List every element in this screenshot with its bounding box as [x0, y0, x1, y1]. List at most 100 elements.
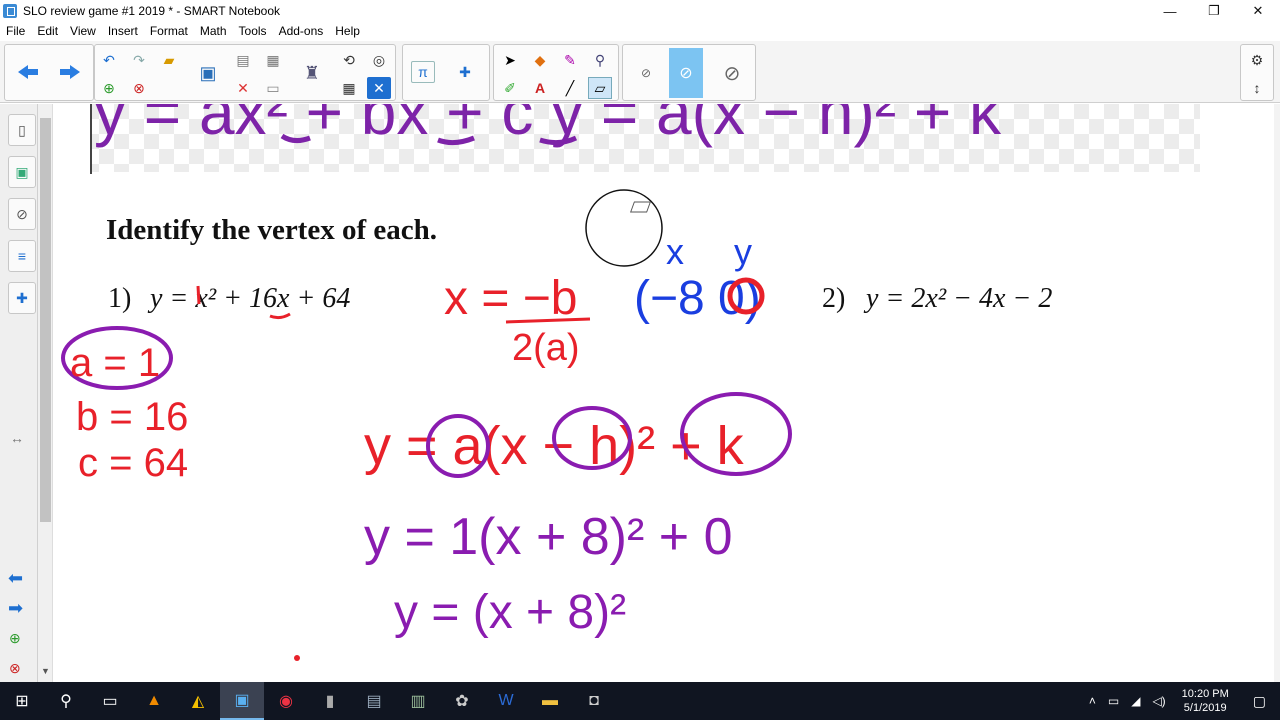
paste-button[interactable]: ▤ — [231, 49, 255, 71]
settings-button[interactable]: ⚙ — [1245, 49, 1269, 71]
close-button[interactable]: ✕ — [1236, 0, 1280, 22]
web-button[interactable]: ◎ — [367, 49, 391, 71]
minimize-button[interactable]: — — [1148, 0, 1192, 22]
eraser-medium-button[interactable]: ⊘ — [669, 48, 703, 98]
redo-button[interactable]: ↷ — [127, 49, 151, 71]
screen-shade-button[interactable]: ▭ — [261, 77, 285, 99]
menu-file[interactable]: File — [0, 24, 31, 38]
settings-group: ⚙ ↕ — [1240, 44, 1274, 101]
whiteboard-canvas[interactable]: y = ax² + bx + c y = a(x − h)² + k Ident… — [54, 104, 1280, 682]
network-icon[interactable]: ◢ — [1125, 694, 1146, 708]
title-bar: SLO review game #1 2019 * - SMART Notebo… — [0, 0, 1280, 22]
app-icon-3: ✿ — [455, 693, 469, 710]
properties-tab[interactable]: ≡ — [8, 240, 36, 272]
chrome-taskbar-button[interactable]: ◉ — [264, 682, 308, 720]
handwritten-step-1: y = 1(x + 8)² + 0 — [364, 508, 733, 566]
move-toolbar-button[interactable]: ↕ — [1245, 77, 1269, 99]
explorer-taskbar-button[interactable]: ▬ — [528, 682, 572, 720]
eraser-large-button[interactable]: ⊘ — [715, 48, 749, 98]
menu-format[interactable]: Format — [144, 24, 194, 38]
eraser-small-button[interactable]: ⊘ — [629, 48, 663, 98]
restore-button[interactable]: ❐ — [1192, 0, 1236, 22]
menu-view[interactable]: View — [64, 24, 102, 38]
pens-tool[interactable]: ✐ — [498, 77, 522, 99]
app-taskbar-button-1[interactable]: ▤ — [352, 682, 396, 720]
undo-button[interactable]: ↶ — [97, 49, 121, 71]
page-sorter-tab[interactable]: ▯ — [8, 114, 36, 146]
drive-taskbar-button[interactable]: ◭ — [176, 682, 220, 720]
folder-taskbar-icon: ▬ — [542, 692, 558, 709]
notifications-icon[interactable]: ▢ — [1239, 693, 1280, 710]
handwritten-b-value: b = 16 — [76, 395, 188, 439]
smart-notebook-icon — [3, 4, 17, 18]
addons-tab[interactable]: ✚ — [8, 282, 36, 314]
attachments-tab[interactable]: ⊘ — [8, 198, 36, 230]
menu-edit[interactable]: Edit — [31, 24, 64, 38]
line-tool[interactable]: ╱ — [558, 77, 582, 99]
side-tabs: ▯ ▣ ⊘ ≡ ✚ ↔ ⬅ ➡ ⊕ ⊗ — [0, 104, 38, 682]
scroll-down-arrow-icon[interactable]: ▼ — [41, 666, 50, 676]
menu-tools[interactable]: Tools — [233, 24, 273, 38]
previous-page-button[interactable] — [11, 47, 45, 97]
close-icon: ✕ — [373, 79, 385, 96]
smart-notebook-taskbar-button[interactable]: ▣ — [220, 682, 264, 720]
addons-button[interactable]: ✚ — [453, 61, 477, 83]
open-file-button[interactable]: ▰ — [157, 49, 181, 71]
page-content: y = ax² + bx + c y = a(x − h)² + k Ident… — [61, 104, 1200, 661]
side-add-icon: ⊕ — [9, 630, 21, 646]
app-icon-2: ▥ — [410, 693, 426, 710]
math-tools-button[interactable]: π — [411, 61, 435, 83]
screen-capture-button[interactable]: ▦ — [261, 49, 285, 71]
eraser-tool[interactable]: ▱ — [588, 77, 612, 99]
vertical-scrollbar[interactable]: ▼ — [38, 104, 53, 682]
pens-icon: ✐ — [504, 79, 516, 96]
shapes-tool[interactable]: ◆ — [528, 49, 552, 71]
app-taskbar-button-3[interactable]: ✿ — [440, 682, 484, 720]
next-page-button[interactable] — [53, 47, 87, 97]
magic-pen-tool[interactable]: ✎ — [558, 49, 582, 71]
camera-taskbar-button[interactable]: ◘ — [572, 682, 616, 720]
volume-icon[interactable]: ◁) — [1146, 694, 1171, 708]
display-screen-button[interactable]: ▣ — [191, 48, 225, 98]
app-taskbar-button-2[interactable]: ▥ — [396, 682, 440, 720]
vlc-icon: ▲ — [146, 692, 162, 709]
show-hidden-icons-icon[interactable]: ˄ — [1083, 694, 1102, 708]
scrollbar-thumb[interactable] — [40, 118, 51, 522]
word-taskbar-button[interactable]: W — [484, 682, 528, 720]
resize-handle-icon[interactable]: ↔ — [10, 430, 24, 446]
usb-icon: ▮ — [325, 693, 335, 710]
text-tool[interactable]: A — [528, 77, 552, 99]
shade-icon: ▭ — [266, 79, 280, 96]
right-scroll-edge — [1274, 104, 1280, 682]
toolbar: ↶ ↷ ▰ ⊕ ⊗ ▣ ▤ ▦ ✕ ▭ ♜ ⟲ ◎ ▦ ✕ π ✚ ➤ ◆ ✎ … — [0, 41, 1280, 103]
fill-tool[interactable]: ⚲ — [588, 49, 612, 71]
menu-math[interactable]: Math — [194, 24, 233, 38]
menu-help[interactable]: Help — [329, 24, 366, 38]
folder-icon: ▰ — [163, 51, 175, 68]
rotate-button[interactable]: ⟲ — [337, 49, 361, 71]
start-button[interactable]: ⊞ — [0, 682, 44, 720]
table-button[interactable]: ▦ — [337, 77, 361, 99]
delete-button[interactable]: ✕ — [231, 77, 255, 99]
side-add-page-button[interactable]: ⊕ — [9, 630, 21, 647]
side-delete-page-button[interactable]: ⊗ — [9, 660, 21, 677]
side-prev-page-button[interactable]: ⬅ — [8, 568, 23, 589]
task-view-button[interactable]: ▭ — [88, 682, 132, 720]
menu-insert[interactable]: Insert — [102, 24, 144, 38]
add-page-button[interactable]: ⊕ — [97, 77, 121, 99]
document-camera-button[interactable]: ♜ — [295, 48, 329, 98]
delete-page-button[interactable]: ⊗ — [127, 77, 151, 99]
usb-taskbar-button[interactable]: ▮ — [308, 682, 352, 720]
close-file-button[interactable]: ✕ — [367, 77, 391, 99]
side-next-page-button[interactable]: ➡ — [8, 598, 23, 619]
clock[interactable]: 10:20 PM 5/1/2019 — [1172, 687, 1239, 715]
menu-addons[interactable]: Add-ons — [273, 24, 330, 38]
select-tool[interactable]: ➤ — [498, 49, 522, 71]
globe-icon: ◎ — [372, 51, 386, 68]
task-view-icon: ▭ — [102, 693, 118, 710]
search-button[interactable]: ⚲ — [44, 682, 88, 720]
vlc-taskbar-button[interactable]: ▲ — [132, 682, 176, 720]
battery-icon[interactable]: ▭ — [1102, 694, 1125, 708]
window-title: SLO review game #1 2019 * - SMART Notebo… — [23, 4, 281, 18]
gallery-tab[interactable]: ▣ — [8, 156, 36, 188]
